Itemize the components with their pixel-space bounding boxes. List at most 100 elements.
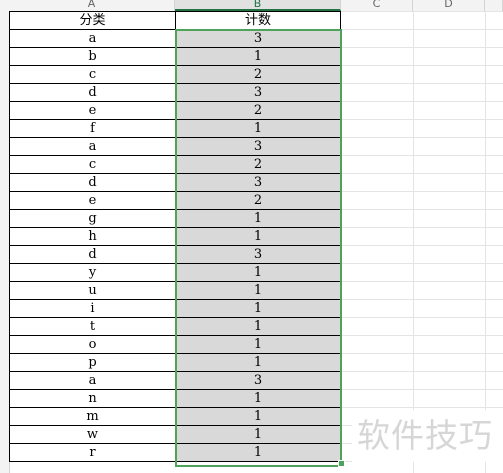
fill-handle[interactable] bbox=[338, 460, 345, 467]
spreadsheet: A B C D 分类 计数 a3b1c2d3e2f1a3c2d3e2g1h1d3… bbox=[0, 0, 503, 473]
cell-count[interactable]: 3 bbox=[175, 29, 341, 48]
cell-category[interactable]: m bbox=[9, 407, 176, 426]
table-row: w1 bbox=[9, 425, 341, 444]
cell-count[interactable]: 1 bbox=[175, 317, 341, 336]
cell-category[interactable]: o bbox=[9, 335, 176, 354]
cell-count[interactable]: 3 bbox=[175, 245, 341, 264]
cell-category[interactable]: a bbox=[9, 371, 176, 390]
gridline bbox=[340, 119, 503, 120]
gridline bbox=[340, 83, 503, 84]
gridline bbox=[340, 263, 503, 264]
table-row: f1 bbox=[9, 119, 341, 138]
table-row: a3 bbox=[9, 137, 341, 156]
cell-count[interactable]: 1 bbox=[175, 407, 341, 426]
gridline bbox=[413, 11, 414, 473]
cell-count[interactable]: 1 bbox=[175, 47, 341, 66]
gridline bbox=[340, 155, 503, 156]
cell-category[interactable]: r bbox=[9, 443, 176, 462]
gridline bbox=[340, 227, 503, 228]
column-header-a[interactable]: A bbox=[9, 0, 175, 11]
cell-category[interactable]: h bbox=[9, 227, 176, 246]
cell-category[interactable]: e bbox=[9, 191, 176, 210]
cell-category[interactable]: d bbox=[9, 83, 176, 102]
cell-category[interactable]: a bbox=[9, 137, 176, 156]
gridline bbox=[340, 389, 503, 390]
table-row: t1 bbox=[9, 317, 341, 336]
gridline bbox=[340, 317, 503, 318]
cell-count[interactable]: 1 bbox=[175, 353, 341, 372]
cell-category[interactable]: y bbox=[9, 263, 176, 282]
cell-category[interactable]: g bbox=[9, 209, 176, 228]
header-cell-category[interactable]: 分类 bbox=[9, 11, 176, 30]
cell-category[interactable]: f bbox=[9, 119, 176, 138]
table-row: c2 bbox=[9, 155, 341, 174]
cell-count[interactable]: 1 bbox=[175, 227, 341, 246]
gridline bbox=[340, 371, 503, 372]
cell-count[interactable]: 3 bbox=[175, 173, 341, 192]
cell-category[interactable]: w bbox=[9, 425, 176, 444]
cell-count[interactable]: 1 bbox=[175, 443, 341, 462]
cell-count[interactable]: 3 bbox=[175, 371, 341, 390]
gridline bbox=[340, 137, 503, 138]
gridline bbox=[340, 101, 503, 102]
cell-category[interactable]: d bbox=[9, 173, 176, 192]
cell-count[interactable]: 2 bbox=[175, 65, 341, 84]
cell-count[interactable]: 1 bbox=[175, 299, 341, 318]
gridline bbox=[340, 353, 503, 354]
gridline bbox=[340, 29, 503, 30]
gridline bbox=[340, 407, 503, 408]
column-header-e[interactable] bbox=[485, 0, 503, 11]
cell-category[interactable]: a bbox=[9, 29, 176, 48]
cell-category[interactable]: i bbox=[9, 299, 176, 318]
table-row: h1 bbox=[9, 227, 341, 246]
cell-count[interactable]: 2 bbox=[175, 101, 341, 120]
cell-count[interactable]: 2 bbox=[175, 191, 341, 210]
table-row: o1 bbox=[9, 335, 341, 354]
gridline bbox=[340, 65, 503, 66]
cell-count[interactable]: 1 bbox=[175, 389, 341, 408]
cell-category[interactable]: u bbox=[9, 281, 176, 300]
cell-count[interactable]: 1 bbox=[175, 335, 341, 354]
cell-count[interactable]: 2 bbox=[175, 155, 341, 174]
gridline bbox=[340, 335, 503, 336]
column-header-d[interactable]: D bbox=[413, 0, 485, 11]
table-row: b1 bbox=[9, 47, 341, 66]
data-table: 分类 计数 a3b1c2d3e2f1a3c2d3e2g1h1d3y1u1i1t1… bbox=[9, 11, 341, 462]
cell-count[interactable]: 1 bbox=[175, 263, 341, 282]
cell-category[interactable]: e bbox=[9, 101, 176, 120]
gridline bbox=[340, 191, 503, 192]
table-row: u1 bbox=[9, 281, 341, 300]
gridline bbox=[340, 245, 503, 246]
table-row: r1 bbox=[9, 443, 341, 462]
table-row: p1 bbox=[9, 353, 341, 372]
cell-category[interactable]: p bbox=[9, 353, 176, 372]
table-header-row: 分类 计数 bbox=[9, 11, 341, 30]
header-cell-count[interactable]: 计数 bbox=[175, 11, 341, 30]
table-row: d3 bbox=[9, 173, 341, 192]
table-row: c2 bbox=[9, 65, 341, 84]
gridline bbox=[340, 209, 503, 210]
table-row: d3 bbox=[9, 83, 341, 102]
gridline bbox=[340, 11, 503, 12]
table-row: a3 bbox=[9, 29, 341, 48]
cell-count[interactable]: 1 bbox=[175, 119, 341, 138]
cell-category[interactable]: c bbox=[9, 65, 176, 84]
cell-count[interactable]: 1 bbox=[175, 425, 341, 444]
table-row: d3 bbox=[9, 245, 341, 264]
cell-category[interactable]: c bbox=[9, 155, 176, 174]
cell-category[interactable]: b bbox=[9, 47, 176, 66]
table-row: g1 bbox=[9, 209, 341, 228]
cell-count[interactable]: 1 bbox=[175, 209, 341, 228]
cell-count[interactable]: 3 bbox=[175, 83, 341, 102]
cell-count[interactable]: 1 bbox=[175, 281, 341, 300]
table-row: i1 bbox=[9, 299, 341, 318]
table-row: a3 bbox=[9, 371, 341, 390]
cell-category[interactable]: t bbox=[9, 317, 176, 336]
cell-category[interactable]: n bbox=[9, 389, 176, 408]
cell-count[interactable]: 3 bbox=[175, 137, 341, 156]
gridline bbox=[485, 11, 486, 473]
gridline bbox=[340, 299, 503, 300]
column-header-c[interactable]: C bbox=[341, 0, 413, 11]
column-header-b[interactable]: B bbox=[175, 0, 341, 11]
cell-category[interactable]: d bbox=[9, 245, 176, 264]
